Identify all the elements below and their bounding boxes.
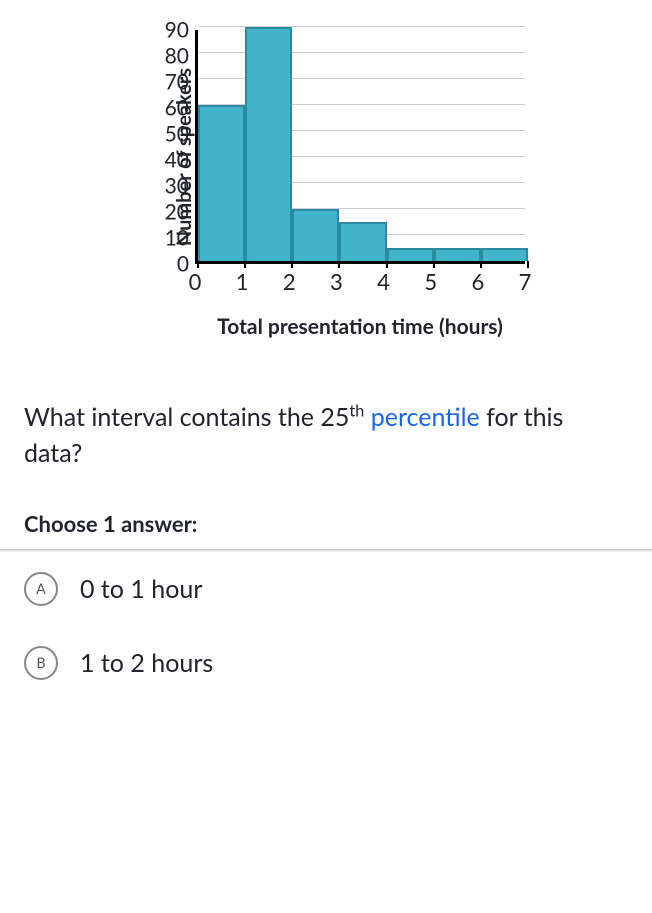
histogram-bar [198,105,245,261]
y-tick-label: 10 [165,226,189,251]
histogram-bar [434,248,481,261]
answer-option[interactable]: B 1 to 2 hours [0,626,652,700]
x-tick-label: 7 [519,268,532,295]
y-tick-label: 70 [165,70,189,95]
x-tick-label: 2 [283,268,296,295]
question-value-base: 25 [320,402,349,432]
y-tick-label: 50 [165,122,189,147]
plot-area [195,30,525,264]
x-tick-label: 1 [236,268,249,295]
x-axis-ticks: 01234567 [195,264,525,294]
x-axis-label: Total presentation time (hours) [195,314,525,339]
question-prefix: What interval contains the [24,402,320,432]
question-value-sup: th [349,402,364,421]
answer-text: 1 to 2 hours [80,648,213,678]
y-tick-label: 0 [177,252,189,277]
answer-option[interactable]: A 0 to 1 hour [0,552,652,626]
histogram-bar [481,248,528,261]
y-tick-label: 90 [165,18,189,43]
x-tick-label: 4 [377,268,390,295]
answer-radio[interactable]: B [24,646,58,680]
choose-label: Choose 1 answer: [24,510,628,537]
x-tick-label: 5 [424,268,437,295]
answer-radio[interactable]: A [24,572,58,606]
x-tick-label: 6 [471,268,484,295]
y-tick-label: 80 [165,44,189,69]
percentile-link[interactable]: percentile [364,402,479,432]
histogram-chart: Number of speakers 0102030405060708090 0… [0,20,652,339]
histogram-bar [245,27,292,261]
y-tick-label: 30 [165,174,189,199]
histogram-bar [292,209,339,261]
y-tick-label: 40 [165,148,189,173]
question-text: What interval contains the 25th percenti… [24,399,628,472]
histogram-bar [339,222,386,261]
y-tick-label: 20 [165,200,189,225]
histogram-bar [387,248,434,261]
y-tick-label: 60 [165,96,189,121]
x-tick-label: 0 [189,268,202,295]
x-tick-label: 3 [330,268,343,295]
answer-text: 0 to 1 hour [80,574,202,604]
answer-list: A 0 to 1 hour B 1 to 2 hours [0,552,652,700]
